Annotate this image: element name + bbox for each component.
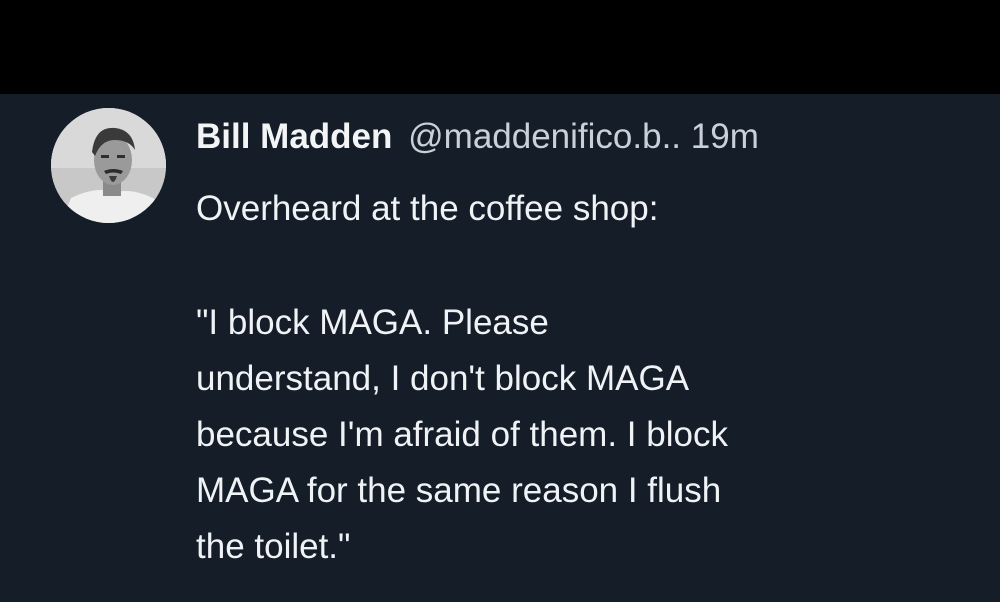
post-body-line: understand, I don't block MAGA	[196, 359, 690, 398]
post-body: Overheard at the coffee shop: "I block M…	[196, 181, 976, 575]
top-bar	[0, 0, 1000, 94]
user-photo-avatar-icon	[51, 108, 166, 223]
author-name[interactable]: Bill Madden	[196, 117, 392, 156]
author-avatar[interactable]	[51, 108, 166, 223]
post-body-line: Overheard at the coffee shop:	[196, 189, 659, 228]
post-body-line: "I block MAGA. Please	[196, 303, 549, 342]
post-body-blank-line	[196, 237, 976, 295]
author-handle[interactable]: @maddenifico.b..	[408, 117, 681, 156]
post-header: Bill Madden @maddenifico.b.. 19m	[196, 115, 759, 159]
post-body-line: MAGA for the same reason I flush	[196, 471, 722, 510]
post-body-line: because I'm afraid of them. I block	[196, 415, 728, 454]
post-body-line: the toilet."	[196, 527, 351, 566]
post-timestamp[interactable]: 19m	[691, 117, 759, 156]
post-card[interactable]: Bill Madden @maddenifico.b.. 19m Overhea…	[0, 94, 1000, 602]
